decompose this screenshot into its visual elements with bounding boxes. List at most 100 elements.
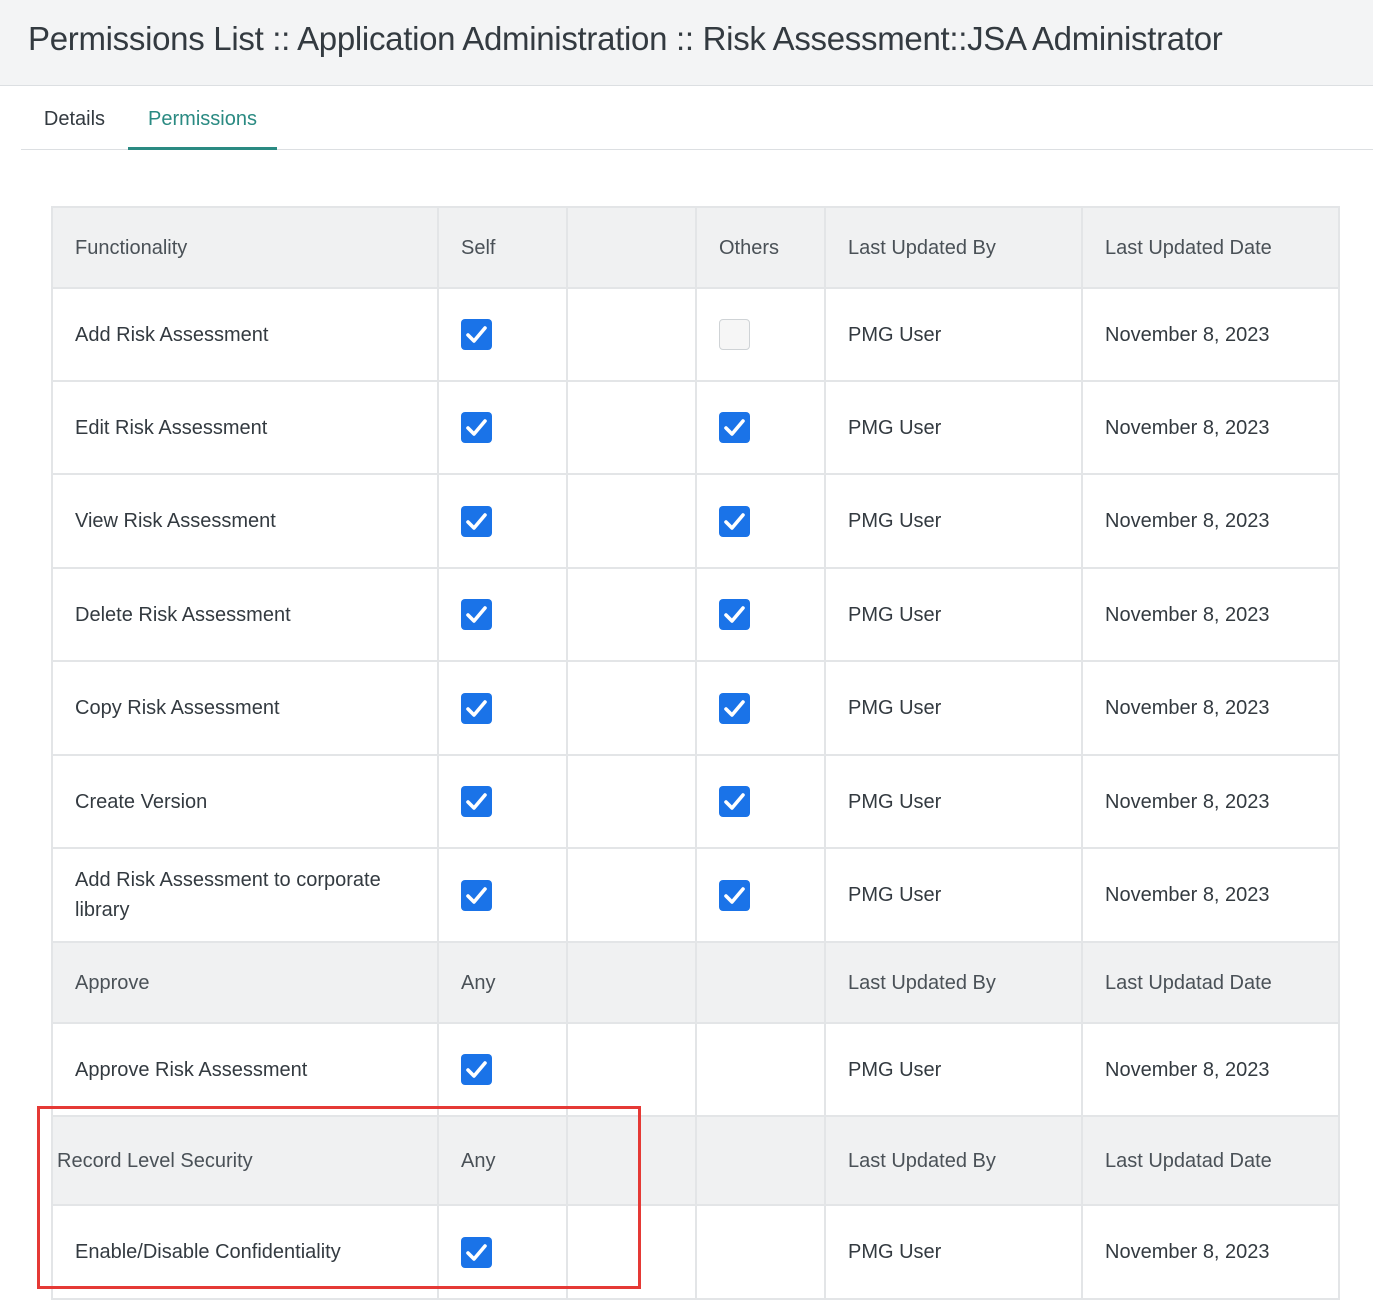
self-cell <box>437 847 568 943</box>
header-others: Others <box>695 206 826 289</box>
header-self: Any <box>437 1115 568 1206</box>
blank-cell <box>566 660 697 756</box>
others-checkbox[interactable] <box>719 505 750 537</box>
table-header-row: Approve Any Last Updated By Last Updatad Da… <box>51 941 1340 1024</box>
blank-cell <box>566 567 697 662</box>
table-row: Add Risk Assessment to corporate library… <box>51 847 1340 943</box>
table-row: Approve Risk Assessment PMG User November … <box>51 1022 1340 1117</box>
self-cell <box>437 473 568 569</box>
others-cell <box>695 1022 826 1117</box>
last-updated-by: PMG User <box>824 473 1083 569</box>
last-updated-date: November 8, 2023 <box>1081 1022 1340 1117</box>
page-title: Permissions List :: Application Administ… <box>28 20 1223 57</box>
self-cell <box>437 1022 568 1117</box>
functionality-name: Delete Risk Assessment <box>51 567 439 662</box>
last-updated-by: PMG User <box>824 1022 1083 1117</box>
others-cell <box>695 754 826 849</box>
blank-cell <box>566 1204 697 1300</box>
permissions-table: Functionality Self Others Last Updated By La… <box>51 206 1340 1300</box>
last-updated-by: PMG User <box>824 287 1083 382</box>
others-cell <box>695 847 826 943</box>
blank-cell <box>566 287 697 382</box>
table-row: Create Version PMG User November 8, 2023 <box>51 754 1340 849</box>
table-row: Edit Risk Assessment PMG User November 8, … <box>51 380 1340 475</box>
last-updated-by: PMG User <box>824 660 1083 756</box>
header-last-updated-date: Last Updated Date <box>1081 206 1340 289</box>
others-checkbox[interactable] <box>719 412 750 444</box>
others-checkbox[interactable] <box>719 692 750 724</box>
last-updated-date: November 8, 2023 <box>1081 660 1340 756</box>
self-cell <box>437 754 568 849</box>
others-cell <box>695 473 826 569</box>
header-last-updated-date: Last Updatad Date <box>1081 1115 1340 1206</box>
header-self: Self <box>437 206 568 289</box>
table-row: Copy Risk Assessment PMG User November 8, … <box>51 660 1340 756</box>
header-label: Record Level Security <box>51 1115 439 1206</box>
last-updated-date: November 8, 2023 <box>1081 754 1340 849</box>
last-updated-by: PMG User <box>824 567 1083 662</box>
header-self: Any <box>437 941 568 1024</box>
others-checkbox[interactable] <box>719 319 750 351</box>
self-cell <box>437 287 568 382</box>
table-header-row: Record Level Security Any Last Updated By L… <box>51 1115 1340 1206</box>
self-checkbox[interactable] <box>461 505 492 537</box>
others-cell <box>695 1204 826 1300</box>
self-checkbox[interactable] <box>461 412 492 444</box>
header-blank <box>566 206 697 289</box>
last-updated-date: November 8, 2023 <box>1081 473 1340 569</box>
self-cell <box>437 1204 568 1300</box>
self-cell <box>437 660 568 756</box>
any-checkbox[interactable] <box>461 1236 492 1268</box>
others-cell <box>695 660 826 756</box>
functionality-name: Create Version <box>51 754 439 849</box>
others-checkbox[interactable] <box>719 879 750 911</box>
last-updated-date: November 8, 2023 <box>1081 567 1340 662</box>
table-row: Enable/Disable Confidentiality PMG User No… <box>51 1204 1340 1300</box>
self-checkbox[interactable] <box>461 599 492 631</box>
last-updated-by: PMG User <box>824 1204 1083 1300</box>
tab-permissions[interactable]: Permissions <box>128 86 277 150</box>
others-cell <box>695 567 826 662</box>
last-updated-date: November 8, 2023 <box>1081 1204 1340 1300</box>
self-cell <box>437 380 568 475</box>
header-last-updated-by: Last Updated By <box>824 941 1083 1024</box>
table-row: View Risk Assessment PMG User November 8, … <box>51 473 1340 569</box>
header-last-updated-date: Last Updatad Date <box>1081 941 1340 1024</box>
blank-cell <box>566 847 697 943</box>
header-others <box>695 1115 826 1206</box>
self-checkbox[interactable] <box>461 319 492 351</box>
page-header: Permissions List :: Application Administ… <box>0 0 1373 86</box>
table-row: Add Risk Assessment PMG User November 8, 2… <box>51 287 1340 382</box>
header-blank <box>566 1115 697 1206</box>
header-label: Functionality <box>51 206 439 289</box>
functionality-name: View Risk Assessment <box>51 473 439 569</box>
header-last-updated-by: Last Updated By <box>824 206 1083 289</box>
table-header-row: Functionality Self Others Last Updated By La… <box>51 206 1340 289</box>
self-checkbox[interactable] <box>461 786 492 818</box>
functionality-name: Add Risk Assessment <box>51 287 439 382</box>
last-updated-by: PMG User <box>824 380 1083 475</box>
blank-cell <box>566 754 697 849</box>
header-others <box>695 941 826 1024</box>
self-checkbox[interactable] <box>461 879 492 911</box>
self-cell <box>437 567 568 662</box>
functionality-name: Enable/Disable Confidentiality <box>51 1204 439 1300</box>
functionality-name: Approve Risk Assessment <box>51 1022 439 1117</box>
any-checkbox[interactable] <box>461 1054 492 1086</box>
blank-cell <box>566 380 697 475</box>
others-checkbox[interactable] <box>719 599 750 631</box>
others-cell <box>695 380 826 475</box>
tab-bar: Details Permissions <box>21 86 1373 150</box>
blank-cell <box>566 1022 697 1117</box>
last-updated-date: November 8, 2023 <box>1081 287 1340 382</box>
blank-cell <box>566 473 697 569</box>
header-blank <box>566 941 697 1024</box>
last-updated-by: PMG User <box>824 754 1083 849</box>
tab-details[interactable]: Details <box>21 86 128 150</box>
others-checkbox[interactable] <box>719 786 750 818</box>
header-label: Approve <box>51 941 439 1024</box>
header-last-updated-by: Last Updated By <box>824 1115 1083 1206</box>
table-row: Delete Risk Assessment PMG User November 8… <box>51 567 1340 662</box>
functionality-name: Add Risk Assessment to corporate library <box>51 847 439 943</box>
self-checkbox[interactable] <box>461 692 492 724</box>
